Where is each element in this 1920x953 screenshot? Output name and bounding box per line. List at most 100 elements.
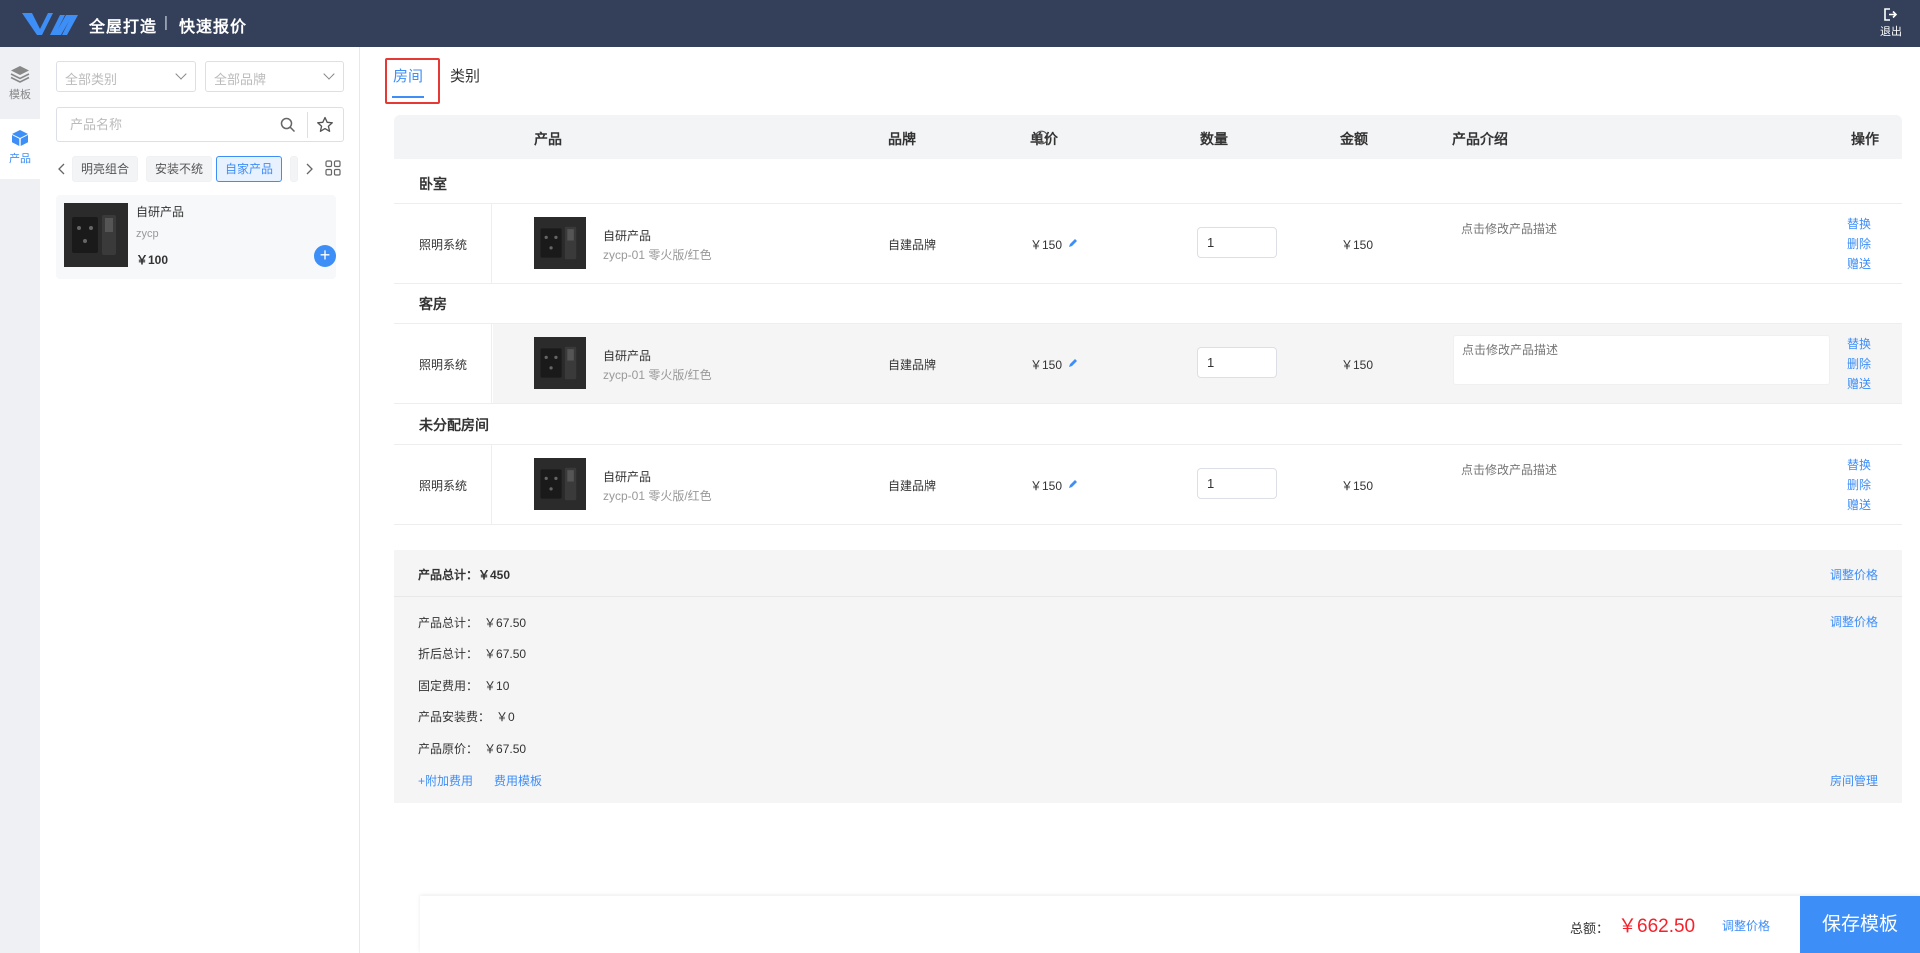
summary-value: ￥67.50	[484, 742, 527, 756]
chevron-left-icon[interactable]	[56, 159, 68, 179]
description-input[interactable]	[1453, 456, 1830, 506]
description-input[interactable]	[1453, 215, 1830, 265]
row-category: 照明系统	[419, 238, 468, 252]
category-select[interactable]: 全部类别	[56, 61, 196, 92]
logout-label: 退出	[1880, 26, 1902, 38]
description-input[interactable]	[1453, 335, 1830, 385]
logout-button[interactable]: 退出	[1876, 8, 1906, 39]
product-card[interactable]: 自研产品 zycp ￥100 +	[56, 195, 336, 279]
adjust-price-link[interactable]: 调整价格	[1830, 566, 1878, 583]
summary-value: ￥67.50	[484, 647, 527, 661]
table-row: 照明系统 自研产品 zycp-01 零火版/红色 自建品牌 ￥150 ￥150 …	[394, 444, 1902, 525]
rail-item-template[interactable]: 模板	[0, 55, 40, 115]
summary-line: 折后总计： ￥67.50	[418, 645, 526, 662]
category-chip-active[interactable]: 自家产品	[216, 156, 283, 182]
total-value: ￥662.50	[1618, 916, 1696, 937]
row-unit-price: ￥150	[1030, 479, 1063, 493]
add-fee-link[interactable]: +附加费用	[418, 772, 473, 789]
row-product-spec: zycp-01 零火版/红色	[603, 489, 712, 503]
row-brand: 自建品牌	[888, 479, 937, 493]
adjust-price-link[interactable]: 调整价格	[1830, 613, 1878, 630]
adjust-price-link[interactable]: 调整价格	[1722, 917, 1770, 934]
brand-select[interactable]: 全部品牌	[205, 61, 344, 92]
pencil-icon[interactable]	[1068, 479, 1078, 489]
row-category: 照明系统	[419, 479, 468, 493]
rail-label-template: 模板	[9, 89, 31, 101]
row-amount: ￥150	[1341, 358, 1374, 372]
product-card-price: ￥100	[136, 253, 169, 267]
top-header: 全屋打造 | 快速报价 退出	[0, 0, 1920, 47]
table-row: 照明系统 自研产品 zycp-01 零火版/红色 自建品牌 ￥150 ￥150 …	[394, 203, 1902, 284]
header-brand: 品牌	[888, 131, 916, 147]
category-chip[interactable]	[290, 156, 298, 182]
app-title: 全屋打造	[89, 19, 158, 36]
header-quantity: 数量	[1200, 131, 1228, 147]
info-icon[interactable]	[1034, 130, 1049, 145]
chevron-down-icon	[323, 68, 335, 80]
replace-link[interactable]: 替换	[1847, 335, 1871, 352]
tab-underline	[392, 96, 424, 98]
gift-link[interactable]: 赠送	[1847, 496, 1871, 513]
summary-line: 产品安装费： ￥0	[418, 708, 515, 725]
tab-categories[interactable]: 类别	[450, 65, 480, 86]
summary-value: ￥67.50	[484, 616, 527, 630]
row-amount: ￥150	[1341, 238, 1374, 252]
header-product: 产品	[534, 131, 562, 147]
room-title: 卧室	[419, 176, 447, 192]
gift-link[interactable]: 赠送	[1847, 255, 1871, 272]
replace-link[interactable]: 替换	[1847, 215, 1871, 232]
room-manage-link[interactable]: 房间管理	[1830, 772, 1878, 789]
logout-icon	[1884, 8, 1898, 21]
room-title: 未分配房间	[419, 417, 489, 433]
rail-label-product: 产品	[9, 153, 31, 165]
summary-label: 产品原价：	[418, 742, 479, 756]
total-label: 总额：	[1570, 921, 1610, 936]
chevron-down-icon	[175, 68, 187, 80]
pencil-icon[interactable]	[1068, 358, 1078, 368]
header-description: 产品介绍	[1452, 131, 1508, 147]
product-thumbnail	[534, 458, 586, 510]
title-separator: |	[164, 14, 168, 31]
category-chip[interactable]: 明亮组合	[72, 156, 139, 182]
left-rail: 模板 产品	[0, 47, 40, 953]
add-product-button[interactable]: +	[314, 245, 336, 267]
search-input[interactable]	[58, 109, 288, 140]
main-content: 房间 类别 产品 品牌 单价 数量 金额 产品介绍 操作 卧室 照明系统 自研产…	[361, 47, 1920, 953]
rail-item-product[interactable]: 产品	[0, 119, 40, 179]
delete-link[interactable]: 删除	[1847, 355, 1871, 372]
quantity-input[interactable]	[1197, 468, 1277, 499]
layers-icon	[10, 66, 30, 83]
row-product-spec: zycp-01 零火版/红色	[603, 368, 712, 382]
chevron-right-icon[interactable]	[303, 159, 315, 179]
search-icon[interactable]	[280, 117, 296, 133]
product-thumbnail	[534, 337, 586, 389]
summary-line: 产品原价： ￥67.50	[418, 740, 526, 757]
row-brand: 自建品牌	[888, 238, 937, 252]
table-header: 产品 品牌 单价 数量 金额 产品介绍 操作	[394, 115, 1902, 159]
pencil-icon[interactable]	[1068, 238, 1078, 248]
save-template-button[interactable]: 保存模板	[1800, 896, 1920, 953]
delete-link[interactable]: 删除	[1847, 476, 1871, 493]
product-thumbnail	[64, 203, 128, 267]
category-select-value: 全部类别	[65, 72, 118, 87]
logo-icon	[22, 13, 78, 35]
star-icon[interactable]	[316, 116, 334, 134]
fee-template-link[interactable]: 费用模板	[494, 772, 542, 789]
summary-label: 固定费用：	[418, 679, 479, 693]
product-panel: 全部类别 全部品牌 明亮组合 安装不统 自家产品	[40, 47, 360, 953]
category-chip[interactable]: 安装不统	[146, 156, 213, 182]
quantity-input[interactable]	[1197, 347, 1277, 378]
gift-link[interactable]: 赠送	[1847, 375, 1871, 392]
quantity-input[interactable]	[1197, 227, 1277, 258]
delete-link[interactable]: 删除	[1847, 235, 1871, 252]
header-amount: 金额	[1340, 131, 1368, 147]
summary-label: 产品安装费：	[418, 710, 491, 724]
replace-link[interactable]: 替换	[1847, 456, 1871, 473]
summary-line: 固定费用： ￥10	[418, 677, 509, 694]
summary-header: 产品总计：￥450 调整价格	[394, 550, 1902, 597]
grid-icon[interactable]	[325, 160, 341, 176]
tab-rooms[interactable]: 房间	[393, 65, 423, 86]
header-actions: 操作	[1851, 131, 1879, 147]
summary-value: ￥0	[496, 710, 515, 724]
table-row: 照明系统 自研产品 zycp-01 零火版/红色 自建品牌 ￥150 ￥150 …	[394, 323, 1902, 404]
